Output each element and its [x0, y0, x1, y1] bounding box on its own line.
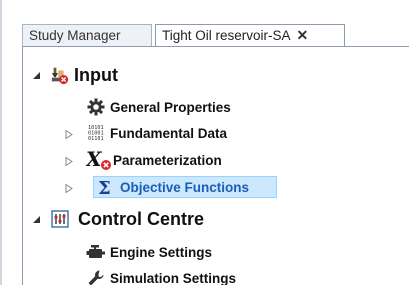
tree-node-engine-settings[interactable]: Engine Settings	[86, 240, 212, 264]
tree-node-label: General Properties	[110, 99, 231, 115]
tree-node-parameterization[interactable]: X Parameterization	[86, 148, 222, 172]
tree-node-label: Control Centre	[78, 208, 204, 229]
svg-text:Σ: Σ	[98, 178, 111, 196]
tab-label: Tight Oil reservoir-SA	[162, 28, 291, 43]
engine-icon	[86, 242, 106, 262]
tab-label: Study Manager	[29, 28, 121, 43]
control-panel-icon	[50, 209, 70, 229]
binary-data-icon: 10101 01001 01101	[86, 123, 106, 143]
svg-text:01101: 01101	[88, 136, 104, 142]
tree-node-fundamental-data[interactable]: 10101 01001 01101 Fundamental Data	[86, 121, 227, 145]
window-top	[0, 0, 409, 24]
tree-node-simulation-settings[interactable]: Simulation Settings	[86, 266, 236, 285]
input-error-icon	[50, 65, 70, 85]
wrench-icon	[86, 268, 106, 285]
tab-study-manager[interactable]: Study Manager	[22, 24, 152, 47]
svg-text:X: X	[86, 149, 103, 171]
tab-tight-oil-reservoir[interactable]: Tight Oil reservoir-SA ✕	[155, 24, 345, 47]
expand-arrow-icon[interactable]	[64, 129, 74, 139]
tree-node-label: Input	[74, 64, 118, 85]
tree-node-label: Simulation Settings	[110, 270, 237, 285]
collapse-arrow-icon[interactable]	[31, 70, 41, 80]
tree-node-label: Objective Functions	[120, 179, 250, 195]
window-left-edge	[0, 0, 2, 285]
close-icon[interactable]: ✕	[297, 27, 309, 43]
tree-node-control-centre[interactable]: Control Centre	[50, 207, 204, 231]
tree-node-label: Parameterization	[113, 152, 222, 168]
tree-node-label: Engine Settings	[110, 244, 213, 260]
tree-node-objective-functions[interactable]: Σ Objective Functions	[96, 175, 249, 199]
tree-node-general-properties[interactable]: General Properties	[86, 95, 231, 119]
gear-icon	[86, 97, 106, 117]
collapse-arrow-icon[interactable]	[31, 214, 41, 224]
x-variable-error-icon: X	[86, 149, 112, 171]
tree-node-label: Fundamental Data	[110, 125, 228, 141]
expand-arrow-icon[interactable]	[64, 183, 74, 193]
tree-node-input[interactable]: Input	[50, 63, 118, 87]
sigma-icon: Σ	[96, 177, 116, 197]
tab-strip: Study Manager Tight Oil reservoir-SA ✕	[22, 24, 409, 47]
expand-arrow-icon[interactable]	[64, 156, 74, 166]
